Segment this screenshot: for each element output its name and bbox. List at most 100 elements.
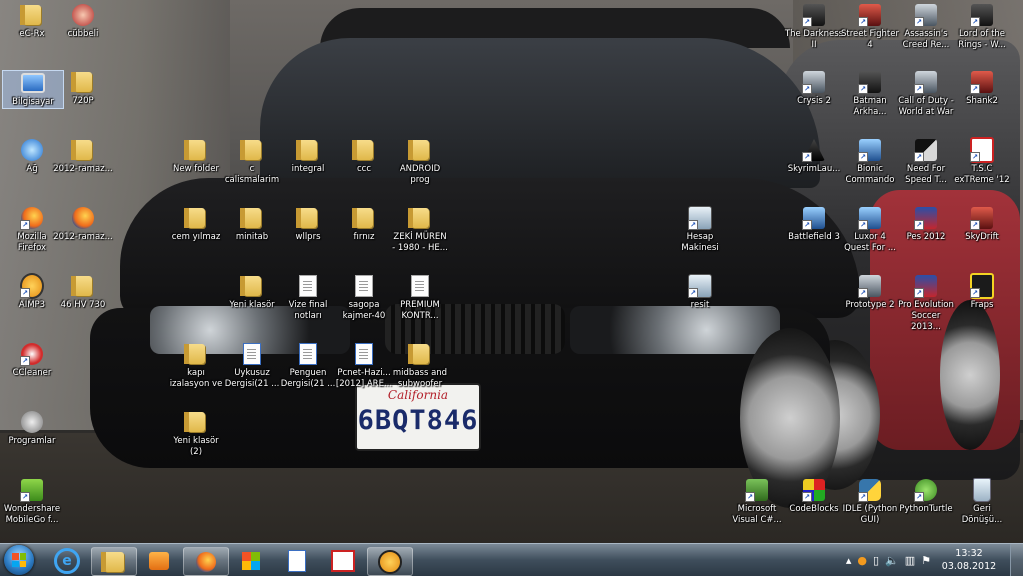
desktop-icon-label: Need For Speed T... <box>905 164 947 185</box>
desktop-icon-pcnet-hazi-2012-are[interactable]: Pcnet-Hazi... [2012] ARE... <box>334 342 394 390</box>
folder-icon <box>184 138 208 162</box>
taskbar-media-player-button[interactable] <box>137 547 181 574</box>
desktop-icon-zeki-müren-1980-he[interactable]: ZEKİ MÜREN - 1980 - HE... <box>390 206 450 254</box>
taskbar-file-app-button[interactable] <box>275 547 319 574</box>
desktop-icon-hesap-makinesi[interactable]: ↗ Hesap Makinesi <box>670 206 730 254</box>
taskbar: e ▴ ● ▯ 🔈 ▥ ⚑ 13:32 03.08.2012 <box>0 543 1023 576</box>
desktop-icon-label: kapı izalasyon ve <box>169 368 223 389</box>
network-icon[interactable]: ▥ <box>905 554 915 567</box>
taskbar-file-explorer-button[interactable] <box>91 547 137 576</box>
desktop-icon-assassin-s-creed-re[interactable]: ↗ Assassin's Creed Re... <box>896 3 956 51</box>
game-nfs-icon: ↗ <box>914 138 938 162</box>
desktop-icon-geri-dönüşü[interactable]: Geri Dönüşü... <box>952 478 1012 526</box>
taskbar-tsc-extreme-button[interactable] <box>321 547 365 574</box>
shortcut-arrow-icon: ↗ <box>688 220 698 230</box>
desktop-icon-batman-arkha[interactable]: ↗ Batman Arkha... <box>840 70 900 118</box>
desktop-icon-cübbeli[interactable]: cübbeli <box>53 3 113 40</box>
desktop-icon-label: Vize final notları <box>288 300 328 321</box>
desktop-icon-pythonturtle[interactable]: ↗ PythonTurtle <box>896 478 956 515</box>
desktop-icon-penguen-dergisi-21[interactable]: Penguen Dergisi(21 ... <box>278 342 338 390</box>
desktop-icon-label: Geri Dönüşü... <box>961 504 1003 525</box>
desktop-icon-lord-of-the-rings-w[interactable]: ↗ Lord of the Rings - W... <box>952 3 1012 51</box>
desktop-icon-2012-ramaz[interactable]: 2012-ramaz... <box>53 206 113 243</box>
desktop-icon-integral[interactable]: integral <box>278 138 338 175</box>
aimp-icon: ↗ <box>20 273 44 299</box>
taskbar-internet-explorer-button[interactable]: e <box>45 547 89 574</box>
file-app-icon <box>288 549 306 572</box>
avast-icon[interactable]: ● <box>857 554 867 567</box>
desktop-icon-cem-yılmaz[interactable]: cem yılmaz <box>166 206 226 243</box>
desktop-icon-label: Wondershare MobileGo f... <box>3 504 61 525</box>
desktop-icon-wondershare-mobilego-f[interactable]: ↗ Wondershare MobileGo f... <box>2 478 62 526</box>
desktop-icon-pes-2012[interactable]: ↗ Pes 2012 <box>896 206 956 243</box>
desktop-icon-pro-evolution-soccer-2013[interactable]: ↗ Pro Evolution Soccer 2013... <box>896 274 956 333</box>
desktop-icon-label: Street Fighter 4 <box>840 29 899 50</box>
taskbar-firefox-button[interactable] <box>183 547 229 576</box>
desktop-icon-shank2[interactable]: ↗ Shank2 <box>952 70 1012 107</box>
desktop-icon-new-folder[interactable]: New folder <box>166 138 226 175</box>
desktop-icon-minitab[interactable]: minitab <box>222 206 282 243</box>
desktop-icon-midbass-and-subwoofer[interactable]: midbass and subwoofer <box>390 342 450 390</box>
desktop-icon-label: cübbeli <box>67 29 99 39</box>
desktop-icon-luxor-4-quest-for[interactable]: ↗ Luxor 4 Quest For ... <box>840 206 900 254</box>
desktop-icon-label: Assassin's Creed Re... <box>902 29 950 50</box>
desktop-icon-need-for-speed-t[interactable]: ↗ Need For Speed T... <box>896 138 956 186</box>
desktop-icon-label: Pcnet-Hazi... [2012] ARE... <box>335 368 393 389</box>
desktop-icon-vize-final-notları[interactable]: Vize final notları <box>278 274 338 322</box>
desktop-icon-wllprs[interactable]: wllprs <box>278 206 338 243</box>
desktop-icon-yeni-klasör[interactable]: Yeni klasör <box>222 274 282 311</box>
desktop-icon-uykusuz-dergisi-21[interactable]: Uykusuz Dergisi(21 ... <box>222 342 282 390</box>
taskbar-windows-app-button[interactable] <box>229 547 273 574</box>
desktop-icon-street-fighter-4[interactable]: ↗ Street Fighter 4 <box>840 3 900 51</box>
desktop-icon-c-calismalarim[interactable]: c calismalarim <box>222 138 282 186</box>
chevron-up-icon[interactable]: ▴ <box>846 554 852 567</box>
desktop-icon-sagopa-kajmer-40[interactable]: sagopa kajmer-40 <box>334 274 394 322</box>
desktop-icon-microsoft-visual-c[interactable]: ↗ Microsoft Visual C#... <box>727 478 787 526</box>
desktop-icon-prototype-2[interactable]: ↗ Prototype 2 <box>840 274 900 311</box>
desktop-icon-the-darkness-ii[interactable]: ↗ The Darkness II <box>784 3 844 51</box>
desktop-icon-t-s-c-extreme-12[interactable]: ↗ T.S.C exTReme '12 <box>952 137 1012 186</box>
desktop-icon-label: IDLE (Python GUI) <box>842 504 898 525</box>
desktop-icon-premium-kontr[interactable]: PREMIUM KONTR... <box>390 274 450 322</box>
desktop-icon-resit[interactable]: ↗ resit <box>670 274 730 311</box>
show-desktop-button[interactable] <box>1010 544 1023 576</box>
device-icon[interactable]: ▯ <box>873 554 879 567</box>
desktop-icon-codeblocks[interactable]: ↗ CodeBlocks <box>784 478 844 515</box>
desktop-icon-label: fırnız <box>353 232 375 242</box>
desktop-icon-skydrift[interactable]: ↗ SkyDrift <box>952 206 1012 243</box>
desktop-icon-720p[interactable]: 720P <box>53 70 113 107</box>
desktop-icon-crysis-2[interactable]: ↗ Crysis 2 <box>784 70 844 107</box>
desktop-icon-programlar[interactable]: Programlar <box>2 410 62 447</box>
shortcut-arrow-icon: ↗ <box>914 492 924 502</box>
folder-icon <box>296 206 320 230</box>
desktop-icon-label: Pes 2012 <box>906 232 946 242</box>
desktop-icon-label: 2012-ramaz... <box>53 164 113 174</box>
desktop-icon-label: 2012-ramaz... <box>53 232 113 242</box>
shortcut-arrow-icon: ↗ <box>914 288 924 298</box>
desktop-icon-label: Batman Arkha... <box>853 96 887 117</box>
desktop-icon-kapı-izalasyon-ve[interactable]: kapı izalasyon ve <box>166 342 226 390</box>
desktop-icon-ccc[interactable]: ccc <box>334 138 394 175</box>
desktop-icon-bionic-commando[interactable]: ↗ Bionic Commando <box>840 138 900 186</box>
desktop-icon-yeni-klasör-2[interactable]: Yeni klasör (2) <box>166 410 226 458</box>
desktop-icon-46-hv-730[interactable]: 46 HV 730 <box>53 274 113 311</box>
plate-state: California <box>387 388 449 402</box>
calc-icon: ↗ <box>688 274 712 298</box>
desktop-icon-ccleaner[interactable]: ↗ CCleaner <box>2 342 62 379</box>
desktop-icon-fraps[interactable]: ↗ Fraps <box>952 273 1012 311</box>
clock[interactable]: 13:32 03.08.2012 <box>939 547 999 573</box>
desktop-icon-fırnız[interactable]: fırnız <box>334 206 394 243</box>
shortcut-arrow-icon: ↗ <box>802 152 812 162</box>
speaker-icon[interactable]: 🔈 <box>885 554 899 567</box>
start-button[interactable] <box>4 545 34 575</box>
desktop-icon-label: Yeni klasör <box>229 300 275 310</box>
desktop-icon-idle-python-gui[interactable]: ↗ IDLE (Python GUI) <box>840 478 900 526</box>
taskbar-aimp-button[interactable] <box>367 547 413 576</box>
desktop-icon-2012-ramaz[interactable]: 2012-ramaz... <box>53 138 113 175</box>
pdfdoc-icon <box>352 342 376 366</box>
desktop-icon-battlefield-3[interactable]: ↗ Battlefield 3 <box>784 206 844 243</box>
flag-icon[interactable]: ⚑ <box>921 554 931 567</box>
desktop-icon-skyrimlau[interactable]: ↗ SkyrimLau... <box>784 138 844 175</box>
desktop-icon-call-of-duty-world-at-war[interactable]: ↗ Call of Duty - World at War <box>896 70 956 118</box>
desktop-icon-android-prog[interactable]: ANDROID prog <box>390 138 450 186</box>
